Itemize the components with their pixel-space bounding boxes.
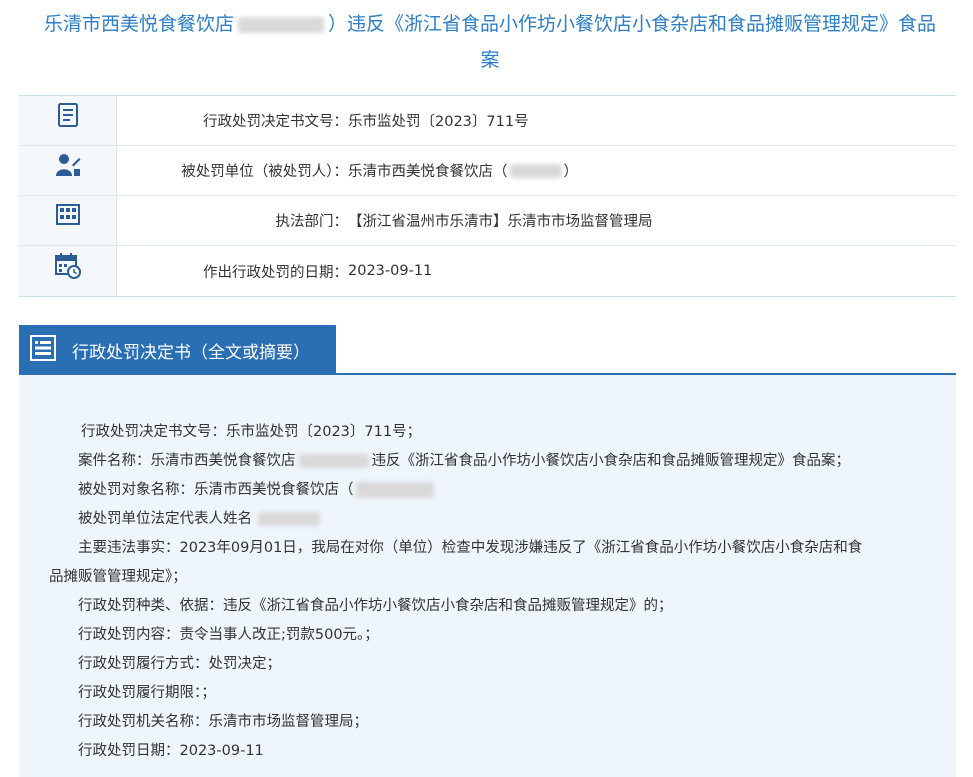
section-title: 行政处罚决定书（全文或摘要） [72,342,310,363]
building-icon [19,196,117,245]
page-title: 乐清市西美悦食餐饮店 ）违反《浙江省食品小作坊小餐饮店小食杂店和食品摊贩管理规定》… [20,6,960,78]
redacted-text [238,16,324,33]
title-part3: 案 [480,49,500,71]
content-line: 行政处罚种类、依据：违反《浙江省食品小作坊小餐饮店小食杂店和食品摊贩管理规定》的… [49,592,926,621]
info-row-dept: 执法部门： 【浙江省温州市乐清市】乐清市市场监督管理局 [19,196,956,246]
content-line: 品摊贩管管理规定》； [49,563,926,592]
content-text: 行政处罚种类、依据：违反《浙江省食品小作坊小餐饮店小食杂店和食品摊贩管理规定》的… [78,598,673,614]
section-tab-decision: 行政处罚决定书（全文或摘要） [19,325,336,375]
content-text: 违反《浙江省食品小作坊小餐饮店小食杂店和食品摊贩管理规定》食品案； [371,453,851,469]
document-list-icon [30,335,56,365]
decision-no-label: 行政处罚决定书文号： [203,114,348,130]
content-line: 行政处罚履行方式：处罚决定； [49,650,926,679]
content-text: 行政处罚机关名称：乐清市市场监督管理局； [78,714,368,730]
dept-label: 执法部门： [275,214,349,230]
party-suffix: ） [563,164,579,180]
calendar-clock-icon [19,246,117,296]
content-line: 行政处罚机关名称：乐清市市场监督管理局； [49,708,926,737]
content-text: 行政处罚内容：责令当事人改正;罚款500元。； [78,627,379,643]
content-text: 被处罚对象名称：乐清市西美悦食餐饮店（ [78,482,354,498]
person-icon [19,146,117,195]
content-text: 行政处罚决定书文号：乐市监处罚〔2023〕711号； [81,424,422,440]
dept-value: 【浙江省温州市乐清市】乐清市市场监督管理局 [348,214,653,230]
title-part1: 乐清市西美悦食餐饮店 [43,13,234,35]
content-line: 主要违法事实：2023年09月01日，我局在对你（单位）检查中发现涉嫌违反了《浙… [49,534,926,563]
decision-no-value: 乐市监处罚〔2023〕711号 [348,114,529,130]
date-value: 2023-09-11 [348,263,433,279]
content-line: 行政处罚内容：责令当事人改正;罚款500元。； [49,621,926,650]
content-line: 被处罚对象名称：乐清市西美悦食餐饮店（ [49,476,926,505]
decision-content: 行政处罚决定书文号：乐市监处罚〔2023〕711号； 案件名称：乐清市西美悦食餐… [19,375,956,777]
content-text: 主要违法事实：2023年09月01日，我局在对你（单位）检查中发现涉嫌违反了《浙… [78,540,863,556]
content-line: 行政处罚履行期限：； [49,679,926,708]
document-icon [19,96,117,145]
info-row-date: 作出行政处罚的日期： 2023-09-11 [19,246,956,296]
redacted-text [258,512,320,526]
content-text: 被处罚单位法定代表人姓名 [78,511,252,527]
content-text: 案件名称：乐清市西美悦食餐饮店 [78,453,296,469]
content-line: 被处罚单位法定代表人姓名 [49,505,926,534]
content-text: 行政处罚履行方式：处罚决定； [78,656,281,672]
info-row-decision-no: 行政处罚决定书文号： 乐市监处罚〔2023〕711号 [19,96,956,146]
party-label: 被处罚单位（被处罚人）： [181,164,348,180]
content-line: 行政处罚决定书文号：乐市监处罚〔2023〕711号； [49,418,926,447]
redacted-text [298,454,369,468]
content-text: 品摊贩管管理规定》； [49,569,187,585]
info-table: 行政处罚决定书文号： 乐市监处罚〔2023〕711号 被处罚单位（被处罚人）： … [19,95,956,297]
info-row-party: 被处罚单位（被处罚人）： 乐清市西美悦食餐饮店（ ） [19,146,956,196]
date-label: 作出行政处罚的日期： [203,264,348,281]
redacted-text [509,163,562,178]
content-line: 行政处罚日期：2023-09-11 [49,737,926,766]
content-text: 行政处罚履行期限：； [78,685,216,701]
party-value: 乐清市西美悦食餐饮店（ [348,164,508,180]
content-line: 案件名称：乐清市西美悦食餐饮店 违反《浙江省食品小作坊小餐饮店小食杂店和食品摊贩管… [49,447,926,476]
title-part2: ）违反《浙江省食品小作坊小餐饮店小食杂店和食品摊贩管理规定》食品 [328,13,937,35]
redacted-text [355,482,434,498]
content-text: 行政处罚日期：2023-09-11 [78,743,264,759]
